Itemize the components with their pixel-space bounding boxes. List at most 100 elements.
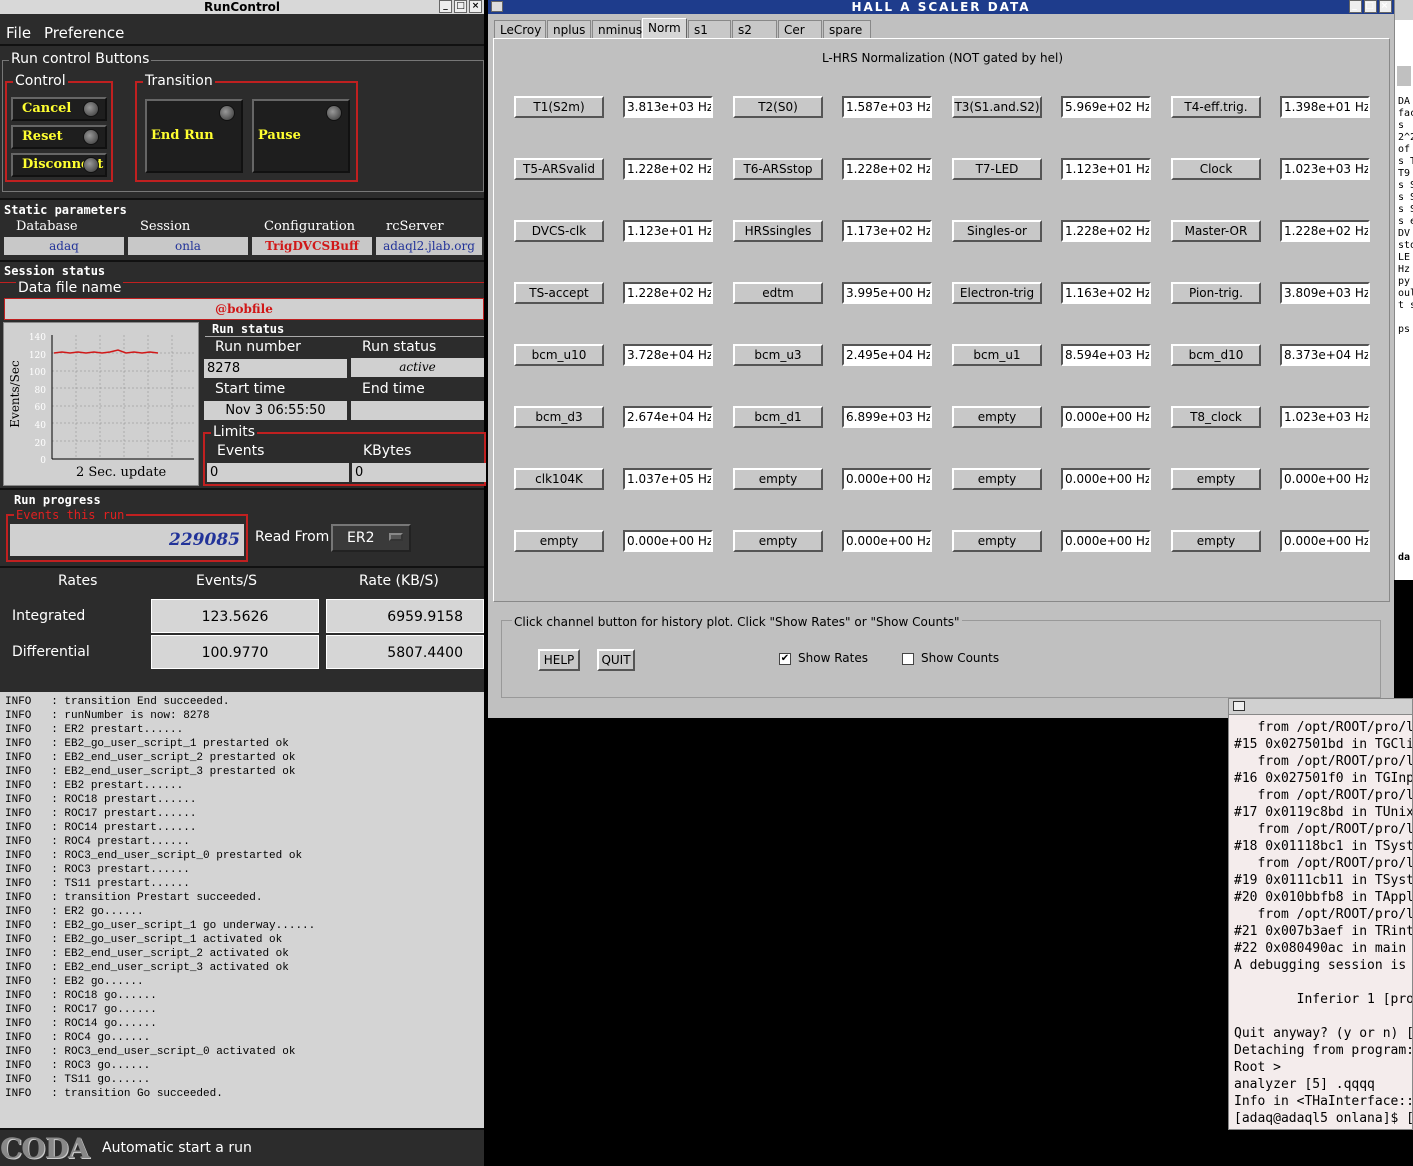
channel-button[interactable]: T8_clock: [1171, 406, 1261, 428]
channel-button[interactable]: empty: [733, 530, 823, 552]
channel-button[interactable]: T5-ARSvalid: [514, 158, 604, 180]
read-from-dropdown[interactable]: ER2: [331, 524, 411, 552]
channel-button[interactable]: Pion-trig.: [1171, 282, 1261, 304]
tab-norm[interactable]: Norm: [642, 18, 687, 39]
channel-button[interactable]: bcm_u3: [733, 344, 823, 366]
tab-lecroy[interactable]: LeCroy: [494, 20, 546, 38]
reset-button[interactable]: Reset: [11, 125, 107, 149]
run-status-label: Run status: [362, 339, 437, 355]
tab-spare[interactable]: spare: [823, 20, 871, 38]
channel-button[interactable]: Singles-or: [952, 220, 1042, 242]
channel-button[interactable]: TS-accept: [514, 282, 604, 304]
run-status-field: active: [351, 358, 484, 377]
channel-button[interactable]: clk104K: [514, 468, 604, 490]
channel-button[interactable]: T1(S2m): [514, 96, 604, 118]
terminal-titlebar[interactable]: [1229, 699, 1412, 715]
configuration-value: TrigDVCSBuff: [252, 237, 372, 255]
session-header: Session: [140, 219, 191, 234]
read-from-label: Read From:: [255, 529, 335, 545]
channel-button[interactable]: T6-ARSstop: [733, 158, 823, 180]
channel-rate-value: 1.228e+02 Hz: [842, 158, 932, 180]
channel-button[interactable]: HRSsingles: [733, 220, 823, 242]
end-run-button[interactable]: End Run: [145, 99, 243, 173]
disconnect-button[interactable]: Disconnect: [11, 153, 107, 177]
window-menu-icon[interactable]: [491, 1, 503, 12]
help-button[interactable]: HELP: [538, 649, 580, 671]
tab-s2[interactable]: s2: [732, 20, 777, 38]
plot-yticks: 140 120 100 80 60 40 20 0: [28, 333, 46, 467]
configuration-header: Configuration: [264, 219, 356, 234]
log-line: INFO : TS11 prestart......: [5, 878, 190, 890]
kbytes-limit-label: KBytes: [363, 443, 412, 459]
channel-button[interactable]: empty: [514, 530, 604, 552]
tab-s1[interactable]: s1: [688, 20, 731, 38]
maximize-icon[interactable]: □: [1364, 0, 1377, 13]
channel-button[interactable]: empty: [952, 530, 1042, 552]
static-parameters-label: Static parameters: [4, 203, 127, 217]
channel-button[interactable]: bcm_d3: [514, 406, 604, 428]
tab-cer[interactable]: Cer: [778, 20, 822, 38]
events-limit-input[interactable]: 0: [207, 463, 349, 482]
kbytes-limit-input[interactable]: 0: [352, 463, 486, 482]
tab-nminus[interactable]: nminus: [592, 20, 642, 38]
pause-button[interactable]: Pause: [252, 99, 350, 173]
start-time-label: Start time: [215, 381, 286, 397]
menu-preference[interactable]: Preference: [44, 24, 124, 42]
channel-button[interactable]: edtm: [733, 282, 823, 304]
close-icon[interactable]: ×: [1379, 0, 1392, 13]
quit-button[interactable]: QUIT: [597, 649, 635, 671]
menu-file[interactable]: File: [6, 24, 31, 42]
terminal-line: #15 0x027501bd in TGCli: [1234, 737, 1413, 752]
channel-rate-value: 1.587e+03 Hz: [842, 96, 932, 118]
control-label: Control: [13, 73, 68, 89]
scaler-titlebar[interactable]: HALL A SCALER DATA _ □ ×: [488, 0, 1394, 14]
background-text-line: py: [1398, 276, 1411, 287]
channel-button[interactable]: empty: [952, 406, 1042, 428]
maximize-icon[interactable]: □: [454, 0, 467, 13]
channel-button[interactable]: bcm_d1: [733, 406, 823, 428]
log-line: INFO : ROC14 go......: [5, 1018, 157, 1030]
channel-button[interactable]: bcm_u10: [514, 344, 604, 366]
terminal-line: #19 0x0111cb11 in TSyst: [1234, 873, 1413, 888]
tab-nplus[interactable]: nplus: [547, 20, 591, 38]
channel-button[interactable]: Electron-trig: [952, 282, 1042, 304]
message-log[interactable]: INFO : transition End succeeded. INFO : r…: [0, 692, 484, 1128]
channel-button[interactable]: DVCS-clk: [514, 220, 604, 242]
channel-button[interactable]: empty: [1171, 468, 1261, 490]
channel-button[interactable]: T7-LED: [952, 158, 1042, 180]
minimize-icon[interactable]: _: [439, 0, 452, 13]
channel-button[interactable]: bcm_d10: [1171, 344, 1261, 366]
window-menu-icon[interactable]: [1233, 701, 1245, 711]
channel-rate-value: 6.899e+03 Hz: [842, 406, 932, 428]
channel-button[interactable]: Master-OR: [1171, 220, 1261, 242]
channel-button[interactable]: empty: [733, 468, 823, 490]
channel-button[interactable]: bcm_u1: [952, 344, 1042, 366]
log-line: INFO : EB2_go_user_script_1 go underway.…: [5, 920, 316, 932]
close-icon[interactable]: ×: [469, 0, 482, 13]
log-line: INFO : EB2 prestart......: [5, 780, 184, 792]
terminal-line: from /opt/ROOT/pro/l: [1234, 856, 1413, 871]
channel-rate-value: 5.969e+02 Hz: [1061, 96, 1151, 118]
show-rates-checkbox[interactable]: ✔: [779, 653, 791, 665]
channel-button[interactable]: T2(S0): [733, 96, 823, 118]
norm-panel: L-HRS Normalization (NOT gated by hel) T…: [493, 38, 1390, 602]
events-this-run-label: Events this run: [14, 507, 127, 523]
channel-button[interactable]: empty: [952, 468, 1042, 490]
background-text-line: s T: [1398, 156, 1413, 167]
channel-rate-value: 0.000e+00 Hz: [1061, 468, 1151, 490]
channel-button[interactable]: T4-eff.trig.: [1171, 96, 1261, 118]
show-counts-checkbox[interactable]: [902, 653, 914, 665]
channel-button[interactable]: empty: [1171, 530, 1261, 552]
terminal-window[interactable]: from /opt/ROOT/pro/l #15 0x027501bd in TG…: [1228, 698, 1413, 1130]
data-file-field[interactable]: @bobfile: [4, 298, 484, 320]
background-text-line: fac: [1398, 108, 1413, 119]
cancel-button[interactable]: Cancel: [11, 97, 107, 121]
runcontrol-titlebar[interactable]: RunControl _ □ ×: [0, 0, 484, 14]
minimize-icon[interactable]: _: [1349, 0, 1362, 13]
channel-rate-value: 8.373e+04 Hz: [1280, 344, 1370, 366]
events-this-run-group: Events this run 229085: [6, 507, 248, 562]
channel-button[interactable]: T3(S1.and.S2): [952, 96, 1042, 118]
channel-button[interactable]: Clock: [1171, 158, 1261, 180]
